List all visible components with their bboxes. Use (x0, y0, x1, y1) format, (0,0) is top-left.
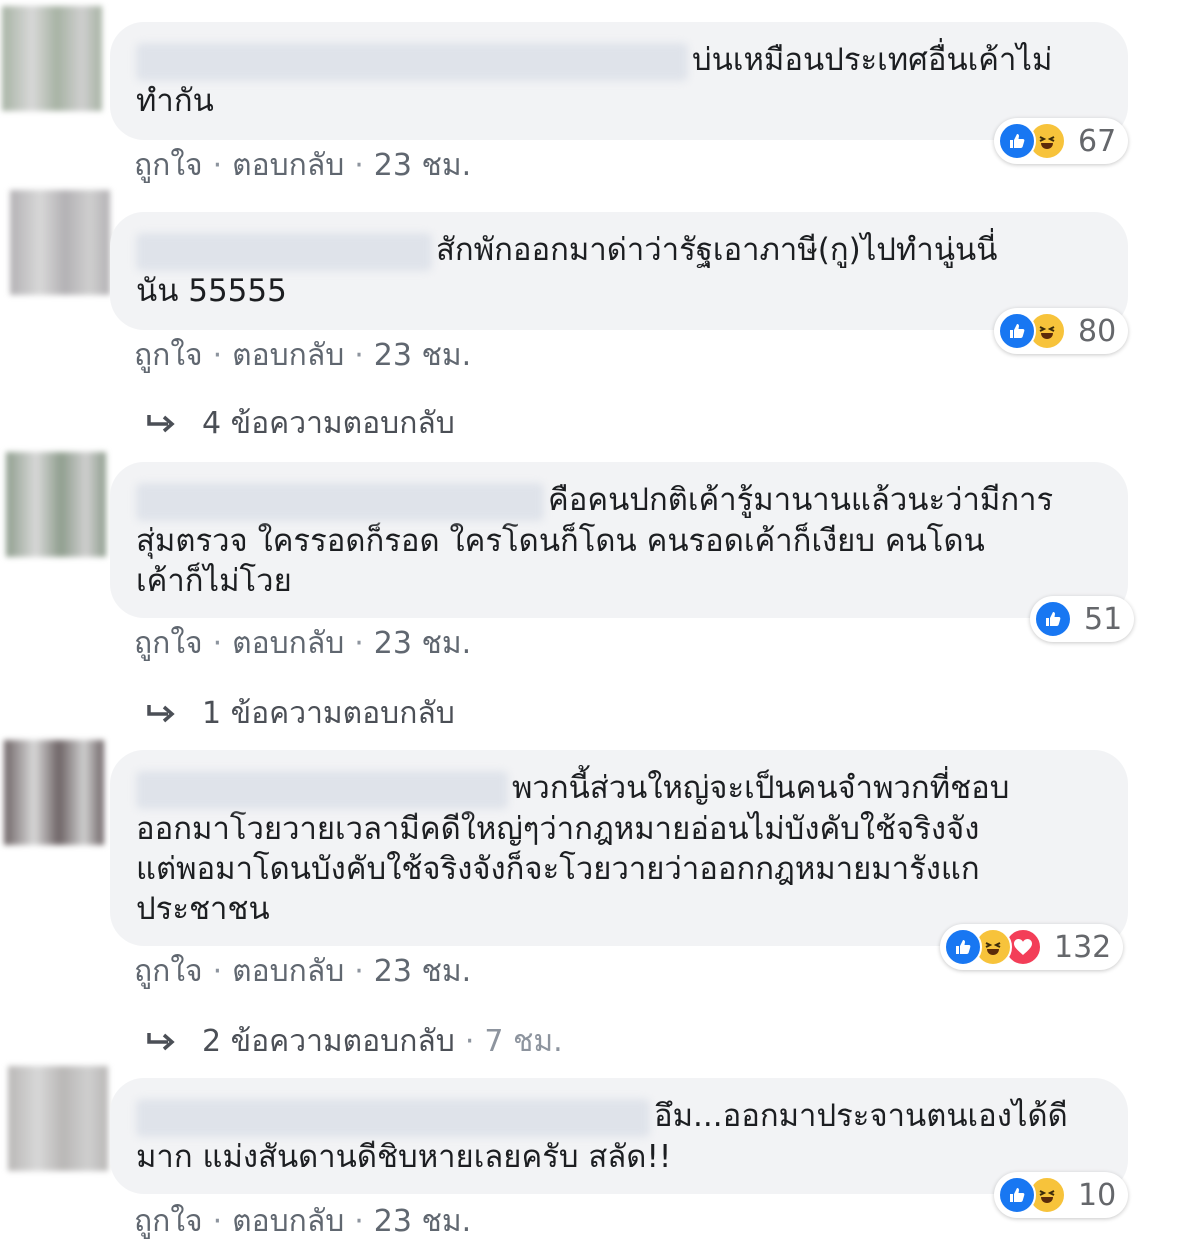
separator: · (212, 338, 223, 373)
reply-arrow-icon (146, 1031, 176, 1053)
like-link[interactable]: ถูกใจ (134, 626, 203, 661)
comment-actions: ถูกใจ · ตอบกลับ · 23 ชม. (134, 142, 471, 189)
reactions-summary[interactable]: 51 (1030, 596, 1135, 642)
timestamp[interactable]: 23 ชม. (374, 338, 471, 373)
like-icon (998, 1176, 1036, 1214)
reply-link[interactable]: ตอบกลับ (232, 954, 344, 989)
separator: · (354, 626, 364, 661)
reaction-count: 80 (1078, 313, 1117, 349)
reply-link[interactable]: ตอบกลับ (232, 626, 344, 661)
comment-actions: ถูกใจ · ตอบกลับ · 23 ชม. (134, 948, 471, 995)
comment-text-wrap: พวกนี้ส่วนใหญ่จะเป็นคนจำพวกที่ชอบ ออกมาโ… (136, 768, 1092, 929)
like-link[interactable]: ถูกใจ (134, 954, 203, 989)
replies-time: 7 ชม. (484, 1024, 563, 1059)
timestamp[interactable]: 23 ชม. (374, 954, 471, 989)
commenter-name[interactable] (136, 482, 544, 521)
reaction-count: 51 (1084, 601, 1123, 637)
like-link[interactable]: ถูกใจ (134, 148, 203, 183)
view-replies-link[interactable]: 1 ข้อความตอบกลับ (146, 690, 455, 737)
like-link[interactable]: ถูกใจ (134, 338, 203, 373)
commenter-name[interactable] (136, 1098, 650, 1137)
replies-label: 4 ข้อความตอบกลับ (202, 406, 455, 441)
comment-text-wrap: บ่นเหมือนประเทศอื่นเค้าไม่ ทำกัน (136, 40, 1092, 121)
reactions-summary[interactable]: 80 (994, 308, 1129, 354)
avatar[interactable] (2, 6, 102, 111)
reply-arrow-icon (146, 703, 176, 725)
comment-text-wrap: คือคนปกติเค้ารู้มานานแล้วนะว่ามีการ สุ่ม… (136, 480, 1092, 601)
reaction-count: 10 (1078, 1177, 1117, 1213)
view-replies-link[interactable]: 2 ข้อความตอบกลับ · 7 ชม. (146, 1018, 563, 1065)
timestamp[interactable]: 23 ชม. (374, 148, 471, 183)
reactions-summary[interactable]: 67 (994, 118, 1129, 164)
reaction-count: 67 (1078, 123, 1117, 159)
comment-bubble: บ่นเหมือนประเทศอื่นเค้าไม่ ทำกัน (110, 22, 1128, 140)
avatar[interactable] (6, 452, 106, 557)
timestamp[interactable]: 23 ชม. (374, 626, 471, 661)
timestamp[interactable]: 23 ชม. (374, 1204, 471, 1239)
separator: · (354, 338, 364, 373)
separator: · (354, 1204, 364, 1239)
avatar[interactable] (4, 740, 104, 845)
separator: · (464, 1024, 475, 1059)
separator: · (212, 1204, 223, 1239)
like-icon (998, 312, 1036, 350)
commenter-name[interactable] (136, 770, 508, 809)
replies-label: 1 ข้อความตอบกลับ (202, 696, 455, 731)
comment-actions: ถูกใจ · ตอบกลับ · 23 ชม. (134, 620, 471, 667)
comment-actions: ถูกใจ · ตอบกลับ · 23 ชม. (134, 332, 471, 379)
comment-actions: ถูกใจ · ตอบกลับ · 23 ชม. (134, 1198, 471, 1245)
replies-label: 2 ข้อความตอบกลับ (202, 1024, 455, 1059)
like-icon (998, 122, 1036, 160)
reaction-count: 132 (1054, 929, 1112, 965)
comment-bubble: อึม...ออกมาประจานตนเองได้ดี มาก แม่งสันด… (110, 1078, 1128, 1194)
separator: · (212, 148, 223, 183)
like-icon (944, 928, 982, 966)
avatar[interactable] (10, 190, 110, 295)
reactions-summary[interactable]: 10 (994, 1172, 1129, 1218)
like-icon (1034, 600, 1072, 638)
separator: · (354, 148, 364, 183)
reply-link[interactable]: ตอบกลับ (232, 1204, 344, 1239)
like-link[interactable]: ถูกใจ (134, 1204, 203, 1239)
reply-link[interactable]: ตอบกลับ (232, 338, 344, 373)
view-replies-link[interactable]: 4 ข้อความตอบกลับ (146, 400, 455, 447)
comment-text-wrap: อึม...ออกมาประจานตนเองได้ดี มาก แม่งสันด… (136, 1096, 1092, 1177)
reactions-summary[interactable]: 132 (940, 924, 1124, 970)
comment-bubble: พวกนี้ส่วนใหญ่จะเป็นคนจำพวกที่ชอบ ออกมาโ… (110, 750, 1128, 946)
avatar[interactable] (8, 1066, 108, 1171)
separator: · (212, 626, 223, 661)
comment-bubble: คือคนปกติเค้ารู้มานานแล้วนะว่ามีการ สุ่ม… (110, 462, 1128, 618)
commenter-name[interactable] (136, 42, 688, 81)
commenter-name[interactable] (136, 232, 432, 271)
comment-bubble: สักพักออกมาด่าว่ารัฐเอาภาษี(กู)ไปทำนู่นน… (110, 212, 1128, 330)
reply-link[interactable]: ตอบกลับ (232, 148, 344, 183)
separator: · (354, 954, 364, 989)
reply-arrow-icon (146, 413, 176, 435)
separator: · (212, 954, 223, 989)
comment-text-wrap: สักพักออกมาด่าว่ารัฐเอาภาษี(กู)ไปทำนู่นน… (136, 230, 1092, 311)
